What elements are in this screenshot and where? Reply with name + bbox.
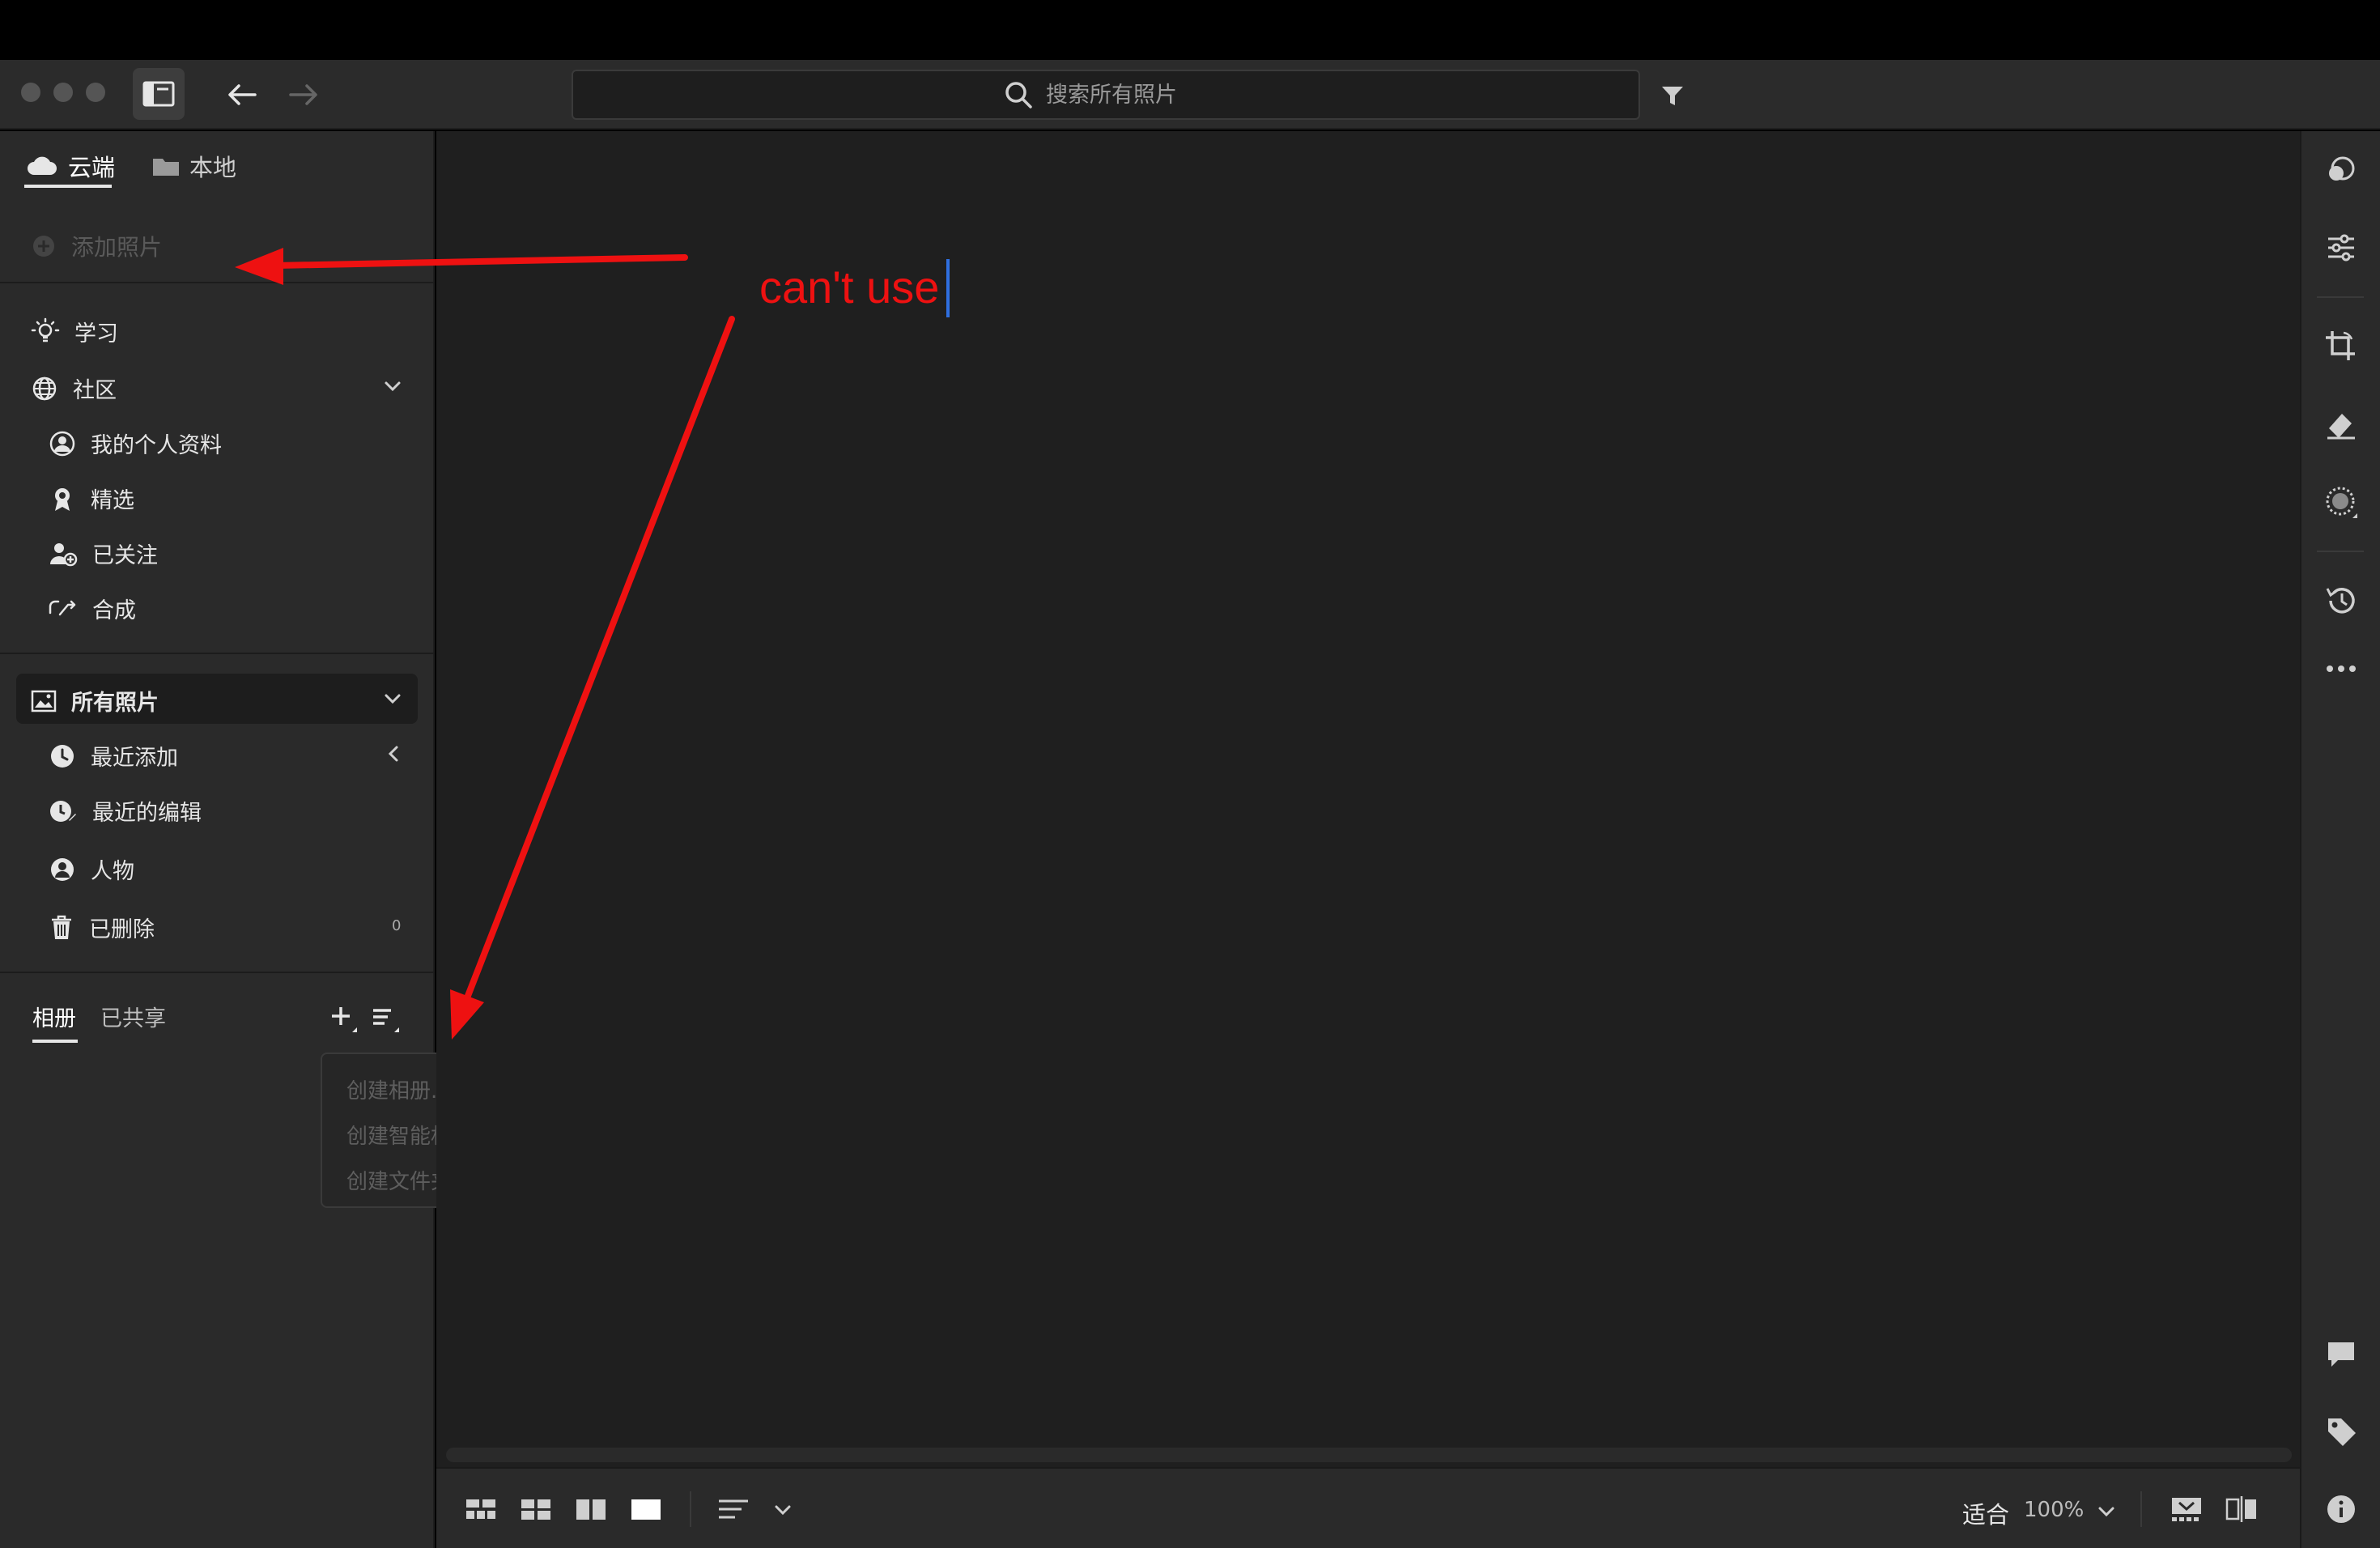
edit-adjust-button[interactable]	[2323, 230, 2359, 266]
more-options-button[interactable]	[2323, 651, 2359, 687]
toolbar-divider	[2140, 1491, 2142, 1527]
filmstrip-icon	[2172, 1498, 2201, 1521]
view-small-grid-button[interactable]	[463, 1495, 499, 1524]
zoom-level[interactable]: 100%	[2024, 1498, 2084, 1522]
chevron-down-icon	[2098, 1507, 2114, 1517]
filmstrip-toggle-button[interactable]	[2168, 1493, 2205, 1525]
compare-view-button[interactable]	[2223, 1493, 2260, 1525]
toolbar-divider	[690, 1491, 691, 1527]
annotation-arrow-to-add-album	[465, 316, 735, 999]
view-single-button[interactable]	[628, 1495, 664, 1524]
tag-icon	[2328, 1418, 2356, 1446]
compare-icon	[2225, 1496, 2256, 1522]
versions-button[interactable]	[2323, 583, 2359, 619]
masking-button[interactable]	[2323, 484, 2359, 520]
healing-button[interactable]	[2323, 406, 2359, 442]
more-dots-icon	[2327, 666, 2356, 672]
info-button[interactable]	[2323, 1491, 2359, 1527]
eraser-icon	[2327, 414, 2355, 440]
rail-divider	[2317, 296, 2364, 298]
crop-button[interactable]	[2323, 329, 2359, 364]
sort-options-toggle[interactable]	[769, 1498, 797, 1522]
view-medium-grid-button[interactable]	[518, 1495, 554, 1524]
grid-small-icon	[466, 1499, 495, 1519]
presets-button[interactable]	[2323, 152, 2359, 188]
masking-icon	[2326, 487, 2357, 518]
sliders-icon	[2328, 234, 2354, 262]
comments-button[interactable]	[2323, 1336, 2359, 1372]
annotation-arrows	[235, 248, 735, 1040]
fit-zoom-button[interactable]: 适合	[1962, 1496, 2009, 1530]
keywords-button[interactable]	[2323, 1414, 2359, 1449]
annotation-arrowhead	[450, 989, 484, 1040]
sort-lines-icon	[719, 1499, 748, 1519]
sort-button[interactable]	[716, 1495, 751, 1524]
info-icon	[2327, 1495, 2355, 1523]
annotation-arrowhead	[235, 248, 283, 285]
grid-medium-icon	[521, 1499, 550, 1520]
single-view-icon	[631, 1499, 661, 1520]
comment-icon	[2328, 1342, 2354, 1367]
chevron-down-icon	[775, 1505, 791, 1516]
rail-divider	[2317, 551, 2364, 552]
annotation-arrow-to-add-photos	[272, 254, 688, 269]
zoom-options-toggle[interactable]	[2093, 1499, 2119, 1524]
view-large-button[interactable]	[573, 1495, 609, 1524]
grid-large-icon	[576, 1499, 606, 1520]
presets-icon	[2329, 156, 2355, 181]
crop-rotate-icon	[2326, 331, 2355, 360]
history-icon	[2326, 588, 2355, 614]
